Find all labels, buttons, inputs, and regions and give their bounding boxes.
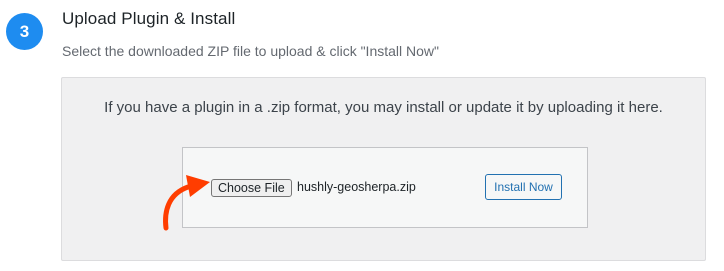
step-number-badge: 3	[6, 13, 43, 50]
install-now-button[interactable]: Install Now	[485, 174, 562, 200]
install-step-section: 3 Upload Plugin & Install Select the dow…	[0, 0, 724, 271]
upload-help-text: If you have a plugin in a .zip format, y…	[104, 99, 663, 116]
curved-arrow-icon	[163, 175, 210, 231]
choose-file-button[interactable]: Choose File	[211, 179, 292, 197]
step-title: Upload Plugin & Install	[62, 9, 236, 28]
upload-plugin-panel: If you have a plugin in a .zip format, y…	[61, 77, 706, 261]
step-subtitle: Select the downloaded ZIP file to upload…	[62, 43, 439, 59]
upload-form: Choose File hushly-geosherpa.zip Install…	[182, 147, 588, 228]
selected-file-name: hushly-geosherpa.zip	[297, 180, 416, 194]
